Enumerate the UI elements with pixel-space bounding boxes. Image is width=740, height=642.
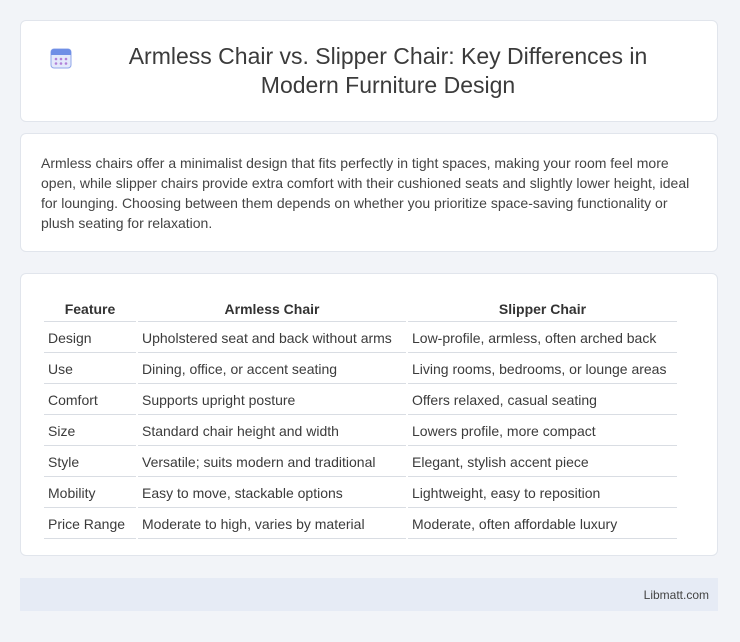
table-row: Price Range Moderate to high, varies by … (44, 510, 677, 539)
table-cell: Low-profile, armless, often arched back (408, 324, 677, 353)
footer: Libmatt.com (20, 578, 718, 611)
footer-site-link[interactable]: Libmatt.com (644, 588, 709, 602)
table-cell: Upholstered seat and back without arms (138, 324, 406, 353)
table-cell: Design (44, 324, 136, 353)
table-cell: Dining, office, or accent seating (138, 355, 406, 384)
table-row: Comfort Supports upright posture Offers … (44, 386, 677, 415)
table-cell: Moderate, often affordable luxury (408, 510, 677, 539)
summary-text: Armless chairs offer a minimalist design… (41, 155, 690, 231)
page-title: Armless Chair vs. Slipper Chair: Key Dif… (128, 43, 648, 98)
table-cell: Mobility (44, 479, 136, 508)
table-cell: Lowers profile, more compact (408, 417, 677, 446)
table-cell: Offers relaxed, casual seating (408, 386, 677, 415)
table-row: Use Dining, office, or accent seating Li… (44, 355, 677, 384)
table-row: Size Standard chair height and width Low… (44, 417, 677, 446)
table-cell: Style (44, 448, 136, 477)
table-cell: Size (44, 417, 136, 446)
summary-card: Armless chairs offer a minimalist design… (20, 133, 718, 252)
table-cell: Lightweight, easy to reposition (408, 479, 677, 508)
table-cell: Versatile; suits modern and traditional (138, 448, 406, 477)
table-cell: Supports upright posture (138, 386, 406, 415)
table-row: Mobility Easy to move, stackable options… (44, 479, 677, 508)
table-cell: Comfort (44, 386, 136, 415)
table-cell: Use (44, 355, 136, 384)
title-wrap: Armless Chair vs. Slipper Chair: Key Dif… (49, 42, 689, 100)
comparison-table-card: Feature Armless Chair Slipper Chair Desi… (20, 273, 718, 556)
table-cell: Standard chair height and width (138, 417, 406, 446)
column-header-feature: Feature (44, 298, 136, 322)
table-cell: Moderate to high, varies by material (138, 510, 406, 539)
column-header-armless-chair: Armless Chair (138, 298, 406, 322)
table-row: Design Upholstered seat and back without… (44, 324, 677, 353)
table-row: Style Versatile; suits modern and tradit… (44, 448, 677, 477)
column-header-slipper-chair: Slipper Chair (408, 298, 677, 322)
table-cell: Living rooms, bedrooms, or lounge areas (408, 355, 677, 384)
comparison-table: Feature Armless Chair Slipper Chair Desi… (42, 296, 679, 541)
table-cell: Easy to move, stackable options (138, 479, 406, 508)
calendar-icon (50, 48, 72, 69)
table-cell: Elegant, stylish accent piece (408, 448, 677, 477)
title-card: Armless Chair vs. Slipper Chair: Key Dif… (20, 20, 718, 122)
table-cell: Price Range (44, 510, 136, 539)
table-header-row: Feature Armless Chair Slipper Chair (44, 298, 677, 322)
